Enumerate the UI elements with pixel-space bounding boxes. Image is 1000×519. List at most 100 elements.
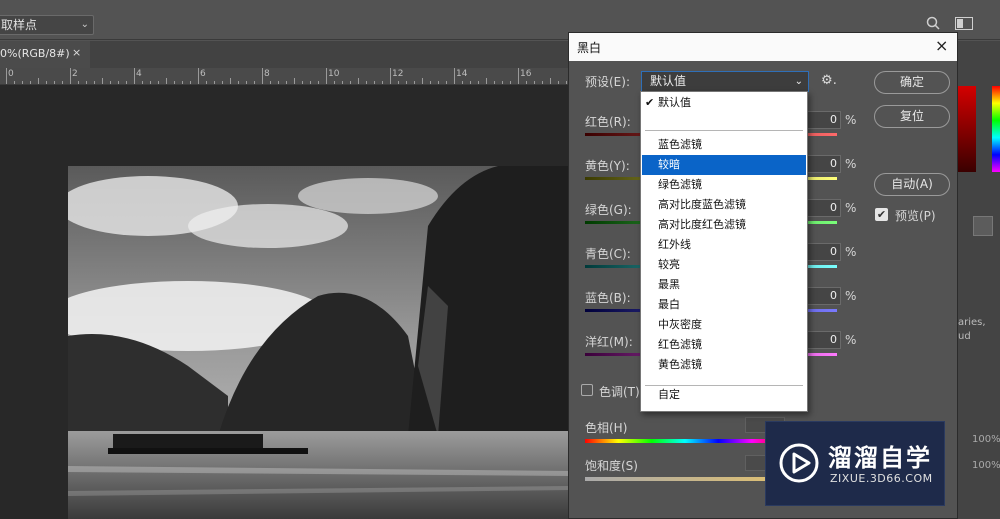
preset-option[interactable]: 较亮: [642, 255, 806, 275]
preset-option[interactable]: 蓝色滤镜: [642, 135, 806, 155]
ruler-tick: [382, 81, 383, 84]
slider-value-field[interactable]: 0: [805, 199, 841, 217]
watermark-title: 溜溜自学: [828, 444, 932, 472]
preset-option-label: 自定: [658, 388, 680, 401]
preset-option[interactable]: 自定: [642, 385, 806, 405]
landscape-photo: [68, 166, 570, 519]
ruler-tick-label: 8: [264, 69, 270, 79]
preset-option-label: 较暗: [658, 158, 680, 171]
preset-option[interactable]: ✔ 默认值: [642, 93, 806, 113]
ruler-tick: [294, 78, 295, 84]
hue-slider-track[interactable]: [585, 439, 785, 443]
ruler-tick: [238, 81, 239, 84]
ruler-tick: [198, 68, 199, 84]
ruler-tick-label: 0: [8, 69, 14, 79]
ruler-tick: [86, 81, 87, 84]
watermark-logo: 溜溜自学 ZIXUE.3D66.COM: [765, 421, 945, 506]
preset-option[interactable]: 红外线: [642, 235, 806, 255]
ruler-tick: [126, 81, 127, 84]
ruler-tick: [206, 81, 207, 84]
preset-option-label: 较亮: [658, 258, 680, 271]
slider-value-field[interactable]: 0: [805, 287, 841, 305]
ruler-tick: [326, 68, 327, 84]
ruler-tick: [46, 81, 47, 84]
chevron-down-icon: ⌄: [80, 19, 89, 30]
ruler-tick: [22, 81, 23, 84]
play-logo-icon: [779, 443, 819, 483]
ruler-tick-label: 16: [520, 69, 532, 79]
auto-button[interactable]: 自动(A): [874, 173, 950, 196]
fill-value[interactable]: 100%: [972, 460, 1000, 471]
preset-option[interactable]: 较暗: [642, 155, 806, 175]
ruler-tick: [262, 68, 263, 84]
ruler-tick: [430, 81, 431, 84]
ruler-tick: [342, 81, 343, 84]
ruler-tick: [62, 81, 63, 84]
preset-option[interactable]: 高对比度蓝色滤镜: [642, 195, 806, 215]
ruler-tick: [358, 78, 359, 84]
ruler-tick: [134, 68, 135, 84]
preview-label: 预览(P): [895, 209, 936, 223]
slider-value-field[interactable]: 0: [805, 331, 841, 349]
preset-option[interactable]: 黄色滤镜: [642, 355, 806, 375]
preset-option[interactable]: 红色滤镜: [642, 335, 806, 355]
ruler-tick: [486, 78, 487, 84]
ruler-tick: [398, 81, 399, 84]
ruler-tick: [366, 81, 367, 84]
ruler-tick: [390, 68, 391, 84]
ruler-tick: [502, 81, 503, 84]
color-picker-field[interactable]: [958, 86, 976, 172]
close-icon[interactable]: ×: [935, 36, 948, 55]
preset-option[interactable]: 最黑: [642, 275, 806, 295]
ruler-tick: [270, 81, 271, 84]
slider-label: 青色(C):: [585, 247, 631, 261]
ruler-tick: [438, 81, 439, 84]
preset-option-label: 中灰密度: [658, 318, 702, 331]
opacity-value[interactable]: 100%: [972, 434, 1000, 445]
ruler-tick: [350, 81, 351, 84]
hue-spectrum-strip[interactable]: [992, 86, 1000, 172]
ruler-tick: [54, 81, 55, 84]
close-icon[interactable]: ×: [72, 46, 81, 59]
saturation-slider-track[interactable]: [585, 477, 785, 481]
preset-select[interactable]: 默认值 ⌄: [641, 71, 809, 92]
ruler-tick: [494, 81, 495, 84]
ruler-tick: [446, 81, 447, 84]
slider-percent-unit: %: [845, 333, 857, 347]
document-tab[interactable]: 0%(RGB/8#) ×: [0, 41, 90, 68]
ruler-tick: [278, 81, 279, 84]
dialog-titlebar[interactable]: 黑白 ×: [569, 33, 957, 61]
ruler-tick: [214, 81, 215, 84]
preset-option[interactable]: 中灰密度: [642, 315, 806, 335]
preset-label: 预设(E):: [585, 75, 630, 89]
ruler-tick: [526, 81, 527, 84]
search-icon[interactable]: [926, 16, 940, 30]
preset-option[interactable]: 绿色滤镜: [642, 175, 806, 195]
ruler-tick: [414, 81, 415, 84]
reset-button[interactable]: 复位: [874, 105, 950, 128]
sample-point-select[interactable]: 取样点 ⌄: [0, 15, 94, 35]
ruler-tick: [254, 81, 255, 84]
slider-value-field[interactable]: 0: [805, 155, 841, 173]
workspace-icon[interactable]: [955, 17, 973, 30]
ruler-tick: [158, 81, 159, 84]
grid-icon[interactable]: [973, 216, 993, 236]
tint-checkbox[interactable]: [581, 384, 593, 396]
ruler-tick: [142, 81, 143, 84]
ruler-tick: [182, 81, 183, 84]
preset-option[interactable]: 高对比度红色滤镜: [642, 215, 806, 235]
slider-value-field[interactable]: 0: [805, 111, 841, 129]
preset-option[interactable]: 最白: [642, 295, 806, 315]
ruler-tick-label: 14: [456, 69, 468, 79]
ruler-tick: [510, 81, 511, 84]
ruler-tick-label: 4: [136, 69, 142, 79]
gear-icon[interactable]: ⚙․: [821, 73, 837, 88]
preview-checkbox[interactable]: ✔: [875, 208, 888, 221]
hue-label: 色相(H): [585, 421, 628, 435]
ruler-tick: [6, 68, 7, 84]
slider-value-field[interactable]: 0: [805, 243, 841, 261]
ok-button[interactable]: 确定: [874, 71, 950, 94]
horizontal-ruler: 024681012141618: [0, 68, 570, 85]
sample-select-value: 取样点: [1, 18, 38, 32]
ruler-tick: [558, 81, 559, 84]
